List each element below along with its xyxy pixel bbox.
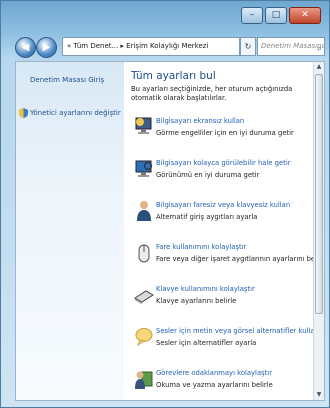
- item-link[interactable]: Bilgisayarı faresiz veya klavyesiz kulla…: [156, 201, 290, 209]
- back-arrow-icon: ◀: [21, 42, 30, 53]
- list-item[interactable]: Fare kullanımını kolaylaştır Fare veya d…: [131, 240, 324, 270]
- list-item[interactable]: Bilgisayarı ekransız kullan Görme engell…: [131, 114, 316, 144]
- list-item[interactable]: Klavye kullanımını kolaylaştır Klavye ay…: [131, 282, 316, 312]
- sidebar-item-admin-settings[interactable]: Yönetici ayarlarını değiştir: [30, 109, 121, 117]
- page-intro: Bu ayarları seçtiğinizde, her oturum açt…: [131, 85, 293, 102]
- vertical-scrollbar[interactable]: ▲ ▼: [313, 62, 324, 400]
- navigation-bar: ◀ ▶ « Tüm Denet... ▸ Erişim Kolaylığı Me…: [15, 37, 325, 58]
- item-description: Sesler için alternatifler ayarla: [156, 339, 257, 347]
- list-item[interactable]: Sesler için metin veya görsel alternatif…: [131, 324, 319, 354]
- item-link[interactable]: Bilgisayarı kolayca görülebilir hale get…: [156, 159, 291, 167]
- keyboard-icon: [134, 290, 154, 304]
- minimize-button[interactable]: –: [241, 7, 263, 24]
- window-controls: – □ ✕: [239, 7, 321, 24]
- item-description: Görünümü en iyi duruma getir: [156, 171, 260, 179]
- item-description: Okuma ve yazma ayarlarını belirle: [156, 381, 273, 389]
- close-button[interactable]: ✕: [289, 7, 321, 24]
- person-icon: [137, 201, 151, 221]
- item-description: Alternatif giriş aygıtları ayarla: [156, 213, 258, 221]
- maximize-button[interactable]: □: [265, 7, 287, 24]
- content-panel: Denetim Masası Giriş Yönetici ayarlarını…: [15, 61, 325, 401]
- main-content: Tüm ayarları bul Bu ayarları seçtiğinizd…: [131, 62, 324, 400]
- monitor-off-icon: [135, 117, 152, 134]
- refresh-button[interactable]: ↻: [240, 37, 256, 56]
- item-link[interactable]: Bilgisayarı ekransız kullan: [156, 117, 244, 125]
- item-description: Görme engelliler için en iyi duruma geti…: [156, 129, 294, 137]
- item-link[interactable]: Sesler için metin veya görsel alternatif…: [156, 327, 319, 335]
- scroll-thumb[interactable]: [315, 74, 323, 314]
- breadcrumb-separator: ▸: [120, 42, 124, 50]
- page-title: Tüm ayarları bul: [131, 70, 216, 82]
- item-description: Fare veya diğer işaret aygıtlarının ayar…: [156, 255, 325, 263]
- list-item[interactable]: Bilgisayarı kolayca görülebilir hale get…: [131, 156, 316, 186]
- scroll-down-arrow-icon[interactable]: ▼: [314, 390, 324, 400]
- back-button[interactable]: ◀: [15, 37, 36, 58]
- sidebar: Denetim Masası Giriş Yönetici ayarlarını…: [16, 62, 124, 400]
- address-bar[interactable]: « Tüm Denet... ▸ Erişim Kolaylığı Merkez…: [62, 37, 240, 56]
- item-description: Klavye ayarlarını belirle: [156, 297, 237, 305]
- forward-button[interactable]: ▶: [36, 37, 57, 58]
- search-placeholder: Denetim Masasında Ara: [261, 42, 324, 50]
- item-link[interactable]: Fare kullanımını kolaylaştır: [156, 243, 246, 251]
- monitor-magnifier-icon: [135, 160, 153, 177]
- breadcrumb-item-control-panel[interactable]: Tüm Denet...: [74, 42, 119, 50]
- item-link[interactable]: Görevlere odaklanmayı kolaylaştır: [156, 369, 272, 377]
- search-icon[interactable]: ⌕: [317, 41, 322, 55]
- breadcrumb-prefix: «: [67, 42, 72, 50]
- list-item[interactable]: Görevlere odaklanmayı kolaylaştır Okuma …: [131, 366, 316, 396]
- shield-icon: [19, 108, 28, 118]
- item-link[interactable]: Klavye kullanımını kolaylaştır: [156, 285, 255, 293]
- search-input[interactable]: Denetim Masasında Ara ⌕: [257, 37, 325, 56]
- forward-arrow-icon: ▶: [42, 42, 51, 53]
- scroll-up-arrow-icon[interactable]: ▲: [314, 62, 324, 72]
- reader-icon: [135, 371, 153, 389]
- list-item[interactable]: Bilgisayarı faresiz veya klavyesiz kulla…: [131, 198, 316, 228]
- sidebar-item-control-panel-home[interactable]: Denetim Masası Giriş: [30, 76, 104, 84]
- breadcrumb-item-ease-of-access[interactable]: Erişim Kolaylığı Merkezi: [126, 42, 208, 50]
- window-frame: – □ ✕ ◀ ▶ « Tüm Denet... ▸ Erişim Kolayl…: [0, 0, 330, 408]
- speech-bubble-icon: [135, 328, 153, 347]
- mouse-icon: [138, 244, 150, 263]
